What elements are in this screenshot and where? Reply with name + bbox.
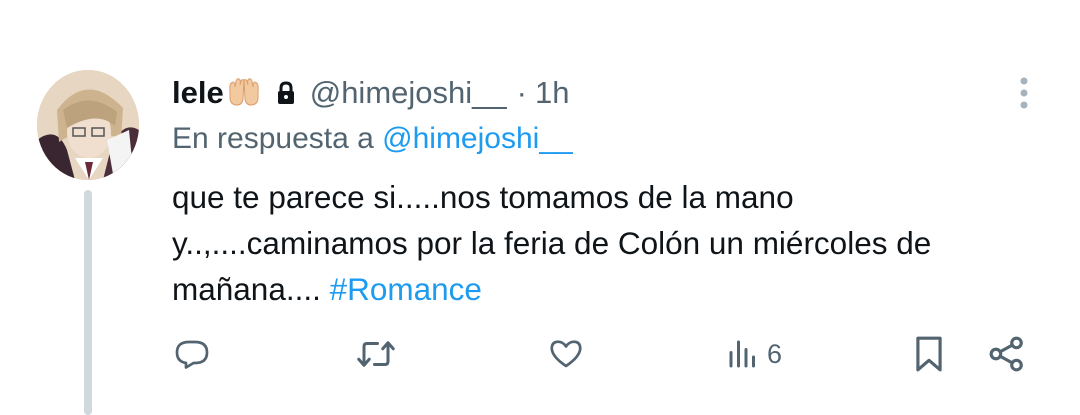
avatar-image [37,70,139,180]
timestamp[interactable]: 1h [535,75,569,111]
views-count: 6 [767,338,783,369]
author-handle[interactable]: @himejoshi__ [310,75,507,111]
reply-to-handle[interactable]: @himejoshi__ [382,122,573,155]
author-emoji [226,77,262,109]
reply-prefix: En respuesta a [172,122,374,155]
more-vertical-icon [1020,77,1028,109]
share-button[interactable] [988,330,1026,378]
tweet-text-line: y..,....caminamos por la feria de Colón … [172,225,932,261]
bookmark-button[interactable] [912,330,946,378]
thread-line [84,190,92,415]
views-icon [729,340,755,368]
author-name[interactable]: lele [172,75,224,111]
share-icon [989,336,1023,372]
tweet-header: lele @himejoshi__ · 1h [172,73,569,113]
avatar[interactable] [37,70,139,180]
bookmark-icon [916,336,942,372]
action-bar: 6 [0,330,1080,378]
like-button[interactable] [547,330,585,378]
tweet-text: que te parece si.....nos tomamos de la m… [172,174,1032,312]
tweet-text-line: que te parece si.....nos tomamos de la m… [172,179,794,215]
retweet-button[interactable] [356,330,396,378]
separator-dot: · [516,75,527,110]
views-button[interactable]: 6 [725,330,782,378]
more-options-button[interactable] [1012,74,1036,114]
hashtag-link[interactable]: #Romance [330,271,482,307]
reply-icon [175,340,209,369]
reply-button[interactable] [174,330,210,378]
reply-context: En respuesta a @himejoshi__ [172,122,573,156]
tweet-text-line: mañana.... [172,271,321,307]
tweet-text-line-last: mañana.... #Romance [172,266,1032,312]
retweet-icon [357,341,395,367]
lock-icon [276,81,296,105]
heart-icon [550,340,582,368]
open-hands-icon [229,78,259,106]
